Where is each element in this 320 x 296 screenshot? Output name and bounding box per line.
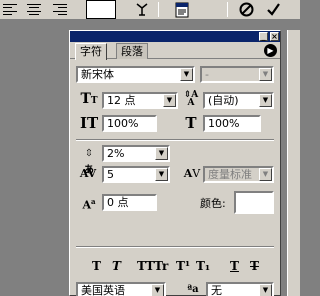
underline-button[interactable]: T (230, 259, 239, 273)
horizontal-scale-icon: T (185, 114, 197, 132)
align-left-icon[interactable] (2, 1, 18, 18)
panel-menu-icon[interactable]: ▶ (264, 44, 277, 57)
chevron-down-icon[interactable]: ▼ (259, 94, 272, 107)
warp-text-icon[interactable] (132, 1, 152, 18)
close-button[interactable]: × (270, 32, 279, 41)
align-right-icon[interactable] (52, 1, 68, 18)
tracking-value: 5 (107, 168, 114, 181)
all-caps-button[interactable]: TT (137, 259, 154, 273)
chevron-down-icon[interactable]: ▼ (155, 168, 168, 181)
language-value: 美国英语 (81, 284, 125, 296)
toolbar-divider (227, 2, 228, 17)
kerning-icon: AV (183, 167, 201, 180)
commit-check-icon[interactable] (264, 1, 282, 18)
divider (76, 139, 274, 141)
language-select[interactable]: 美国英语 ▼ (76, 282, 166, 296)
text-color-swatch[interactable] (86, 0, 116, 19)
font-family-value: 新宋体 (81, 68, 114, 81)
character-panel: _ × 字符 段落 ▶ 新宋体 ▼ - ▼ TT 12 点 ▼ ⇕A A (自动)… (69, 30, 281, 296)
chevron-down-icon[interactable]: ▼ (163, 94, 176, 107)
panel-tabs: 字符 段落 ▶ (70, 42, 280, 60)
kerning-value: 度量标准 (208, 168, 252, 181)
tsume-value: 2% (107, 147, 125, 160)
leading-input[interactable]: (自动) ▼ (203, 92, 274, 109)
align-center-icon[interactable] (26, 1, 42, 18)
background-panel (287, 30, 300, 296)
tab-character[interactable]: 字符 (75, 43, 107, 60)
tab-paragraph[interactable]: 段落 (116, 43, 148, 59)
cancel-icon[interactable] (237, 1, 255, 18)
chevron-down-icon[interactable]: ▼ (259, 168, 272, 181)
antialias-value: 无 (211, 284, 222, 296)
subscript-button[interactable]: T₁ (196, 259, 210, 273)
chevron-down-icon[interactable]: ▼ (180, 68, 193, 81)
font-style-value: - (205, 68, 209, 81)
vertical-scale-icon: IT (80, 114, 99, 132)
leading-value: (自动) (208, 94, 239, 107)
panel-titlebar[interactable]: _ × (70, 31, 280, 42)
horizontal-scale-input[interactable]: 100% (203, 115, 261, 132)
color-swatch[interactable] (234, 191, 274, 214)
palettes-icon[interactable] (172, 1, 192, 18)
faux-italic-button[interactable]: T (112, 259, 121, 273)
small-caps-button[interactable]: Tr (154, 259, 168, 273)
strikethrough-button[interactable]: T (250, 259, 259, 273)
chevron-down-icon[interactable]: ▼ (151, 284, 164, 296)
chevron-down-icon[interactable]: ▼ (259, 68, 272, 81)
chevron-down-icon[interactable]: ▼ (155, 147, 168, 160)
minimize-button[interactable]: _ (259, 32, 268, 41)
tracking-icon: AV (79, 167, 97, 180)
faux-bold-button[interactable]: T (92, 259, 101, 273)
tracking-input[interactable]: 5 ▼ (102, 166, 170, 183)
baseline-shift-icon: Aa (82, 197, 96, 212)
antialias-select[interactable]: 无 ▼ (206, 282, 274, 296)
color-label: 颜色: (200, 197, 226, 210)
vertical-scale-input[interactable]: 100% (102, 115, 157, 132)
leading-icon: ⇕A A (183, 90, 199, 108)
options-toolbar (0, 0, 300, 20)
font-family-select[interactable]: 新宋体 ▼ (76, 66, 195, 83)
baseline-shift-input[interactable]: 0 点 (102, 194, 157, 211)
antialias-icon: ªa (187, 284, 199, 295)
font-style-select[interactable]: - ▼ (200, 66, 274, 83)
font-size-value: 12 点 (107, 94, 136, 107)
kerning-select[interactable]: 度量标准 ▼ (203, 166, 274, 183)
tsume-input[interactable]: 2% ▼ (102, 145, 170, 162)
font-size-icon: TT (80, 91, 98, 107)
font-size-input[interactable]: 12 点 ▼ (102, 92, 178, 109)
toolbar-divider (158, 2, 159, 17)
divider (76, 246, 274, 248)
superscript-button[interactable]: T¹ (176, 259, 190, 273)
chevron-down-icon[interactable]: ▼ (259, 284, 272, 296)
